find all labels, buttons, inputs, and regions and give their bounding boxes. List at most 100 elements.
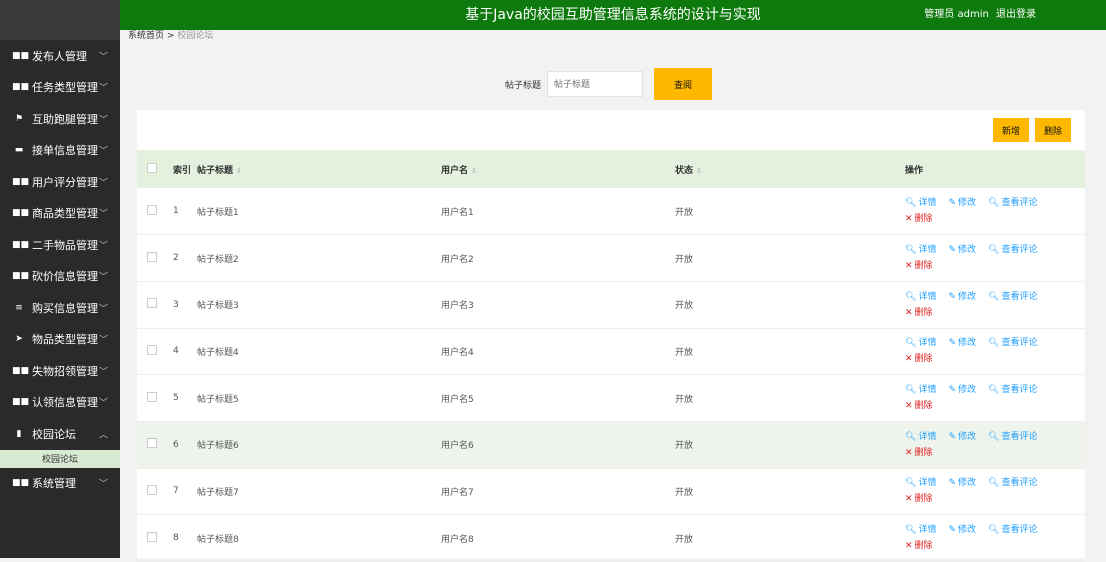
sidebar-item[interactable]: ▬ 接单信息管理 ﹀: [0, 135, 120, 167]
sidebar-item[interactable]: ■■ 二手物品管理 ﹀: [0, 229, 120, 261]
sidebar-item-label: 用户评分管理: [32, 175, 98, 189]
row-delete-link[interactable]: ✕ 删除: [905, 308, 933, 318]
row-delete-link[interactable]: ✕ 删除: [905, 401, 933, 411]
row-delete-link[interactable]: ✕ 删除: [905, 541, 933, 551]
comments-link[interactable]: 🔍︎ 查看评论: [988, 198, 1037, 208]
sidebar-item[interactable]: ■■ 任务类型管理 ﹀: [0, 72, 120, 104]
edit-link[interactable]: ✎ 修改: [948, 338, 976, 348]
posts-table: 索引 帖子标题 ⇕ 用户名 ⇕ 状态 ⇕ 操作 1 帖子标题1 用户名1 开放 🔍︎ 详情 ✎ 修改…: [137, 150, 1085, 562]
comments-link[interactable]: 🔍︎ 查看评论: [988, 292, 1037, 302]
grid-icon: ■■: [12, 397, 30, 408]
sidebar-item[interactable]: ▮ 校园论坛 ︿: [0, 418, 120, 450]
edit-link[interactable]: ✎ 修改: [948, 478, 976, 488]
sort-icon[interactable]: ⇕: [236, 167, 242, 175]
table-body: 1 帖子标题1 用户名1 开放 🔍︎ 详情 ✎ 修改 🔍︎ 查看评论 ✕ 删除 2 帖子标题2 用户名2 开放…: [137, 188, 1085, 562]
row-checkbox[interactable]: [147, 251, 157, 262]
add-button[interactable]: 新增: [993, 118, 1029, 142]
delete-button[interactable]: 删除: [1035, 118, 1071, 142]
row-delete-link[interactable]: ✕ 删除: [905, 448, 933, 458]
select-all-checkbox[interactable]: [147, 162, 157, 173]
sidebar-item[interactable]: ■■ 用户评分管理 ﹀: [0, 166, 120, 198]
sidebar-item[interactable]: ■■ 商品类型管理 ﹀: [0, 198, 120, 230]
pencil-icon: ✎: [948, 245, 956, 256]
edit-link[interactable]: ✎ 修改: [948, 245, 976, 255]
delete-label: 删除: [914, 261, 933, 272]
sidebar-item[interactable]: ■■ 失物招领管理 ﹀: [0, 355, 120, 387]
row-delete-link[interactable]: ✕ 删除: [905, 354, 933, 364]
edit-link[interactable]: ✎ 修改: [948, 525, 976, 535]
row-user: 用户名2: [441, 254, 474, 265]
sidebar-item[interactable]: ■■ 砍价信息管理 ﹀: [0, 261, 120, 293]
detail-link[interactable]: 🔍︎ 详情: [905, 338, 936, 348]
row-checkbox[interactable]: [147, 391, 157, 402]
sort-icon[interactable]: ⇕: [696, 167, 702, 175]
table-actions: 新增 删除: [987, 118, 1071, 142]
table-row[interactable]: 5 帖子标题5 用户名5 开放 🔍︎ 详情 ✎ 修改 🔍︎ 查看评论 ✕ 删除: [137, 375, 1085, 422]
sidebar-item[interactable]: ⚑ 互助跑腿管理 ﹀: [0, 103, 120, 135]
row-user: 用户名5: [441, 394, 474, 405]
search-icon: 🔍︎: [905, 385, 917, 396]
detail-link[interactable]: 🔍︎ 详情: [905, 525, 936, 535]
search-button[interactable]: 查阅: [654, 68, 713, 100]
flag-icon: ⚑: [14, 113, 24, 124]
sidebar-item[interactable]: ■■ 发布人管理 ﹀: [0, 40, 120, 72]
header-status[interactable]: 状态 ⇕: [674, 150, 904, 188]
edit-link[interactable]: ✎ 修改: [948, 198, 976, 208]
detail-link[interactable]: 🔍︎ 详情: [905, 432, 936, 442]
detail-link[interactable]: 🔍︎ 详情: [905, 245, 936, 255]
comments-link[interactable]: 🔍︎ 查看评论: [988, 245, 1037, 255]
search-icon: 🔍︎: [988, 385, 1000, 396]
header-title[interactable]: 帖子标题 ⇕: [196, 150, 440, 188]
comments-link[interactable]: 🔍︎ 查看评论: [988, 385, 1037, 395]
row-checkbox[interactable]: [147, 484, 157, 495]
comments-link[interactable]: 🔍︎ 查看评论: [988, 338, 1037, 348]
row-ops: 🔍︎ 详情 ✎ 修改 🔍︎ 查看评论 ✕ 删除: [904, 281, 1085, 328]
chevron-icon: ﹀: [98, 479, 108, 490]
table-row[interactable]: 2 帖子标题2 用户名2 开放 🔍︎ 详情 ✎ 修改 🔍︎ 查看评论 ✕ 删除: [137, 235, 1085, 282]
delete-label: 删除: [914, 494, 933, 505]
breadcrumb-home[interactable]: 系统首页: [128, 31, 164, 41]
header-user[interactable]: 用户名 ⇕: [440, 150, 674, 188]
comments-link[interactable]: 🔍︎ 查看评论: [988, 432, 1037, 442]
row-delete-link[interactable]: ✕ 删除: [905, 214, 933, 224]
sidebar-item[interactable]: ■■ 系统管理 ﹀: [0, 468, 120, 500]
row-title: 帖子标题3: [197, 301, 239, 312]
row-checkbox[interactable]: [147, 344, 157, 355]
detail-link[interactable]: 🔍︎ 详情: [905, 198, 936, 208]
table-row[interactable]: 1 帖子标题1 用户名1 开放 🔍︎ 详情 ✎ 修改 🔍︎ 查看评论 ✕ 删除: [137, 188, 1085, 235]
header-checkbox-cell: [137, 150, 172, 188]
row-checkbox-cell: [137, 235, 172, 282]
row-checkbox[interactable]: [147, 204, 157, 215]
sidebar-item-label: 接单信息管理: [32, 144, 98, 158]
sort-icon[interactable]: ⇕: [471, 167, 477, 175]
edit-link[interactable]: ✎ 修改: [948, 385, 976, 395]
row-checkbox[interactable]: [147, 298, 157, 309]
row-delete-link[interactable]: ✕ 删除: [905, 494, 933, 504]
table-row[interactable]: 4 帖子标题4 用户名4 开放 🔍︎ 详情 ✎ 修改 🔍︎ 查看评论 ✕ 删除: [137, 328, 1085, 375]
detail-link[interactable]: 🔍︎ 详情: [905, 478, 936, 488]
table-row[interactable]: 8 帖子标题8 用户名8 开放 🔍︎ 详情 ✎ 修改 🔍︎ 查看评论 ✕ 删除: [137, 515, 1085, 562]
row-checkbox[interactable]: [147, 531, 157, 542]
sidebar-item[interactable]: ➤ 物品类型管理 ﹀: [0, 324, 120, 356]
table-row[interactable]: 7 帖子标题7 用户名7 开放 🔍︎ 详情 ✎ 修改 🔍︎ 查看评论 ✕ 删除: [137, 468, 1085, 515]
sidebar-subitem[interactable]: 校园论坛: [0, 449, 120, 468]
search-icon: 🔍︎: [988, 291, 1000, 302]
table-row[interactable]: 3 帖子标题3 用户名3 开放 🔍︎ 详情 ✎ 修改 🔍︎ 查看评论 ✕ 删除: [137, 281, 1085, 329]
logout-link[interactable]: 退出登录: [996, 9, 1036, 20]
row-user: 用户名3: [441, 301, 474, 312]
edit-link[interactable]: ✎ 修改: [948, 432, 976, 442]
search-input[interactable]: [547, 71, 644, 97]
detail-link[interactable]: 🔍︎ 详情: [905, 292, 936, 302]
edit-link[interactable]: ✎ 修改: [948, 292, 976, 302]
row-checkbox[interactable]: [147, 438, 157, 449]
comments-link[interactable]: 🔍︎ 查看评论: [988, 478, 1037, 488]
row-status: 开放: [675, 441, 694, 452]
table-panel: 新增 删除 索引 帖子标题 ⇕ 用户名 ⇕ 状态 ⇕ 操作 1 帖子标题1 用户名1 开放 🔍…: [137, 110, 1085, 562]
sidebar-item[interactable]: ■■ 认领信息管理 ﹀: [0, 387, 120, 419]
table-row[interactable]: 6 帖子标题6 用户名6 开放 🔍︎ 详情 ✎ 修改 🔍︎ 查看评论 ✕ 删除: [137, 421, 1085, 469]
detail-label: 详情: [918, 291, 937, 302]
row-delete-link[interactable]: ✕ 删除: [905, 261, 933, 271]
comments-link[interactable]: 🔍︎ 查看评论: [988, 525, 1037, 535]
detail-link[interactable]: 🔍︎ 详情: [905, 385, 936, 395]
sidebar-item[interactable]: ≡ 购买信息管理 ﹀: [0, 292, 120, 324]
